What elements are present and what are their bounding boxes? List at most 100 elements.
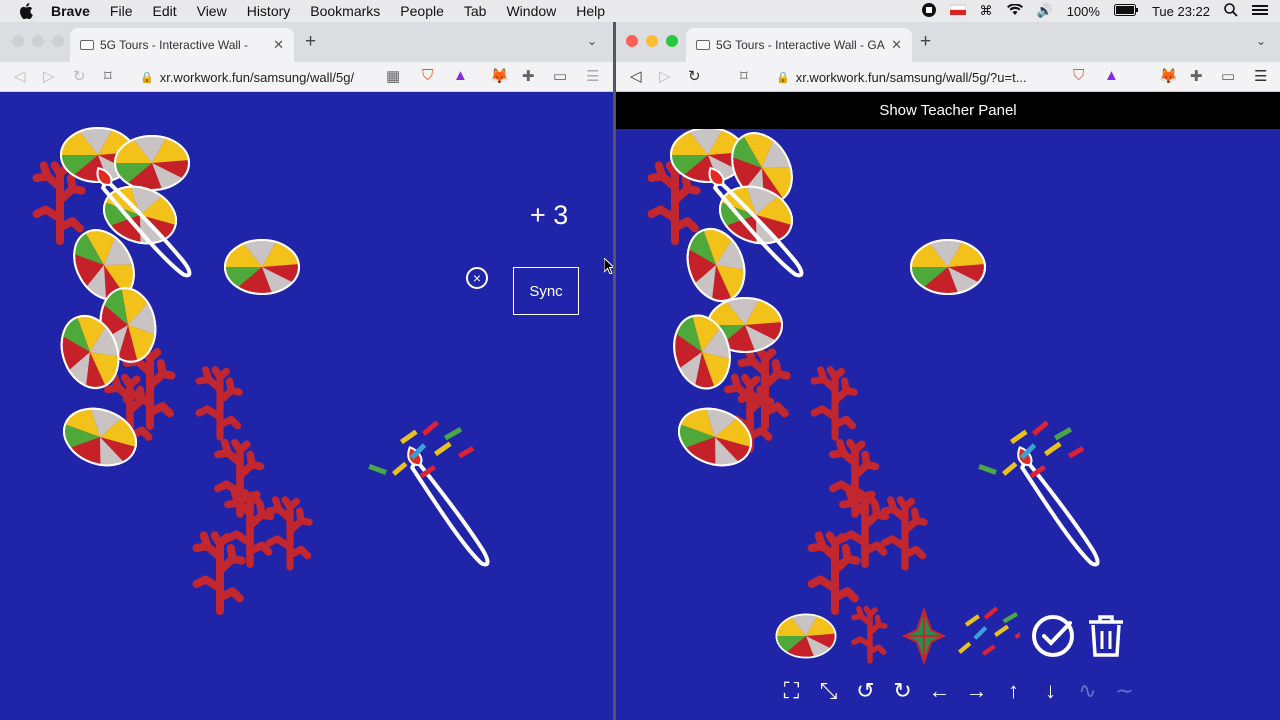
window-controls: [626, 35, 678, 47]
chevron-down-icon[interactable]: ⌄: [1256, 34, 1266, 48]
forward-icon[interactable]: ▷: [659, 67, 671, 85]
battery-label: 100%: [1066, 3, 1100, 19]
wifi-icon[interactable]: [1006, 2, 1023, 19]
left-browser-window: 5G Tours - Interactive Wall - ✕ + ⌄ ◁ ▷ …: [0, 22, 614, 720]
paintbrush-drawing-2: [403, 433, 491, 580]
clock-label: Tue 23:22: [1151, 3, 1210, 19]
control-center-icon[interactable]: [1252, 4, 1268, 19]
menu-edit[interactable]: Edit: [152, 3, 176, 19]
rotate-right-icon[interactable]: ↻: [887, 678, 918, 704]
menu-people[interactable]: People: [400, 3, 444, 19]
volume-icon[interactable]: 🔊: [1037, 3, 1053, 19]
menu-bookmarks[interactable]: Bookmarks: [310, 3, 380, 19]
extensions-icon[interactable]: ✚: [1190, 67, 1203, 85]
reload-icon[interactable]: ↻: [73, 67, 86, 85]
tool-palette: [774, 606, 1126, 671]
back-icon[interactable]: ◁: [14, 67, 26, 85]
pie-disc-tool[interactable]: [774, 611, 838, 666]
minimize-window-button[interactable]: [32, 35, 44, 47]
brave-shields-icon[interactable]: ⛉: [1073, 67, 1084, 84]
fullscreen-icon[interactable]: ⛶: [776, 678, 807, 704]
metamask-icon[interactable]: 🦊: [490, 67, 509, 85]
menu-history[interactable]: History: [247, 3, 291, 19]
record-icon[interactable]: [921, 2, 936, 20]
zoom-window-button[interactable]: [52, 35, 64, 47]
browser-tab[interactable]: 5G Tours - Interactive Wall - GA ✕: [686, 28, 912, 62]
menu-app-name[interactable]: Brave: [51, 3, 90, 19]
paintbrush-drawing-2: [1013, 433, 1101, 580]
right-toolbar: ◁ ▷ ↻ ⌑ 🔒 xr.workwork.fun/samsung/wall/5…: [616, 62, 1280, 92]
trash-tool[interactable]: [1086, 613, 1126, 664]
rotate-left-icon[interactable]: ↺: [850, 678, 881, 704]
sync-button[interactable]: Sync: [513, 267, 579, 315]
close-circle-icon[interactable]: ×: [466, 267, 488, 289]
menu-icon[interactable]: ☰: [586, 67, 599, 85]
url-text: xr.workwork.fun/samsung/wall/5g/: [159, 69, 355, 85]
menu-file[interactable]: File: [110, 3, 133, 19]
confetti-tool[interactable]: [937, 606, 1029, 671]
address-bar[interactable]: 🔒 xr.workwork.fun/samsung/wall/5g/?u=t..…: [776, 65, 1052, 89]
show-teacher-panel-button[interactable]: Show Teacher Panel: [616, 92, 1280, 129]
coral-tool[interactable]: [848, 606, 892, 671]
lock-icon: 🔒: [140, 71, 154, 84]
metamask-icon[interactable]: 🦊: [1159, 67, 1178, 85]
wall-canvas[interactable]: [0, 92, 614, 720]
pie-disc-cluster: [50, 127, 300, 477]
tab-title: 5G Tours - Interactive Wall -: [100, 38, 249, 52]
menu-help[interactable]: Help: [576, 3, 605, 19]
wall-artwork: [0, 127, 491, 720]
new-tab-button[interactable]: +: [305, 31, 316, 53]
close-tab-icon[interactable]: ✕: [273, 37, 284, 53]
new-tab-button[interactable]: +: [920, 31, 931, 53]
bookmark-icon[interactable]: ⌑: [740, 67, 748, 85]
flag-icon[interactable]: [949, 3, 966, 20]
menu-window[interactable]: Window: [506, 3, 556, 19]
qr-icon[interactable]: ▦: [386, 67, 400, 85]
pulse-small-icon[interactable]: ∼: [1109, 678, 1140, 704]
pulse-icon[interactable]: ∿: [1072, 678, 1103, 704]
macos-menubar: Brave File Edit View History Bookmarks P…: [0, 0, 1280, 22]
extensions-icon[interactable]: ✚: [522, 67, 535, 85]
bookmark-icon[interactable]: ⌑: [104, 67, 112, 85]
arrow-left-icon[interactable]: ←: [924, 678, 955, 704]
browser-tab[interactable]: 5G Tours - Interactive Wall - ✕: [70, 28, 294, 62]
left-tab-strip: 5G Tours - Interactive Wall - ✕ + ⌄: [0, 22, 614, 62]
score-counter: + 3: [530, 200, 569, 230]
forward-icon[interactable]: ▷: [43, 67, 55, 85]
address-bar[interactable]: 🔒 xr.workwork.fun/samsung/wall/5g/: [140, 65, 380, 89]
arrow-up-icon[interactable]: ↑: [998, 678, 1029, 704]
exit-fullscreen-icon[interactable]: ⤡: [813, 678, 844, 704]
compass-star-tool[interactable]: [901, 606, 947, 671]
reload-icon[interactable]: ↻: [688, 67, 701, 85]
close-tab-icon[interactable]: ✕: [891, 37, 902, 53]
close-window-button[interactable]: [12, 35, 24, 47]
minimize-window-button[interactable]: [646, 35, 658, 47]
battery-icon[interactable]: [1113, 3, 1138, 19]
brave-rewards-icon[interactable]: ▲: [1104, 67, 1119, 84]
menu-tab[interactable]: Tab: [464, 3, 487, 19]
wallet-icon[interactable]: ▭: [553, 67, 567, 85]
check-tool[interactable]: [1030, 613, 1076, 664]
right-browser-window: 5G Tours - Interactive Wall - GA ✕ + ⌄ ◁…: [616, 22, 1280, 720]
brave-shields-icon[interactable]: ⛉: [422, 67, 433, 84]
left-toolbar: ◁ ▷ ↻ ⌑ 🔒 xr.workwork.fun/samsung/wall/5…: [0, 62, 614, 92]
wallet-icon[interactable]: ▭: [1221, 67, 1235, 85]
vr-favicon-icon: [80, 40, 94, 50]
close-window-button[interactable]: [626, 35, 638, 47]
network-icon[interactable]: ⌘: [980, 3, 993, 19]
menu-icon[interactable]: ☰: [1254, 67, 1267, 85]
spotlight-search-icon[interactable]: [1224, 2, 1238, 20]
back-icon[interactable]: ◁: [630, 67, 642, 85]
brave-rewards-icon[interactable]: ▲: [453, 67, 468, 84]
chevron-down-icon[interactable]: ⌄: [587, 34, 597, 48]
lock-icon: 🔒: [776, 71, 790, 84]
tab-title: 5G Tours - Interactive Wall - GA: [716, 38, 885, 52]
arrow-down-icon[interactable]: ↓: [1035, 678, 1066, 704]
zoom-window-button[interactable]: [666, 35, 678, 47]
canvas-nav-bar: ⛶ ⤡ ↺ ↻ ← → ↑ ↓ ∿ ∼: [776, 678, 1140, 704]
window-controls: [12, 35, 64, 47]
arrow-right-icon[interactable]: →: [961, 678, 992, 704]
apple-icon[interactable]: [17, 0, 35, 22]
menu-view[interactable]: View: [197, 3, 227, 19]
right-tab-strip: 5G Tours - Interactive Wall - GA ✕ + ⌄: [616, 22, 1280, 62]
